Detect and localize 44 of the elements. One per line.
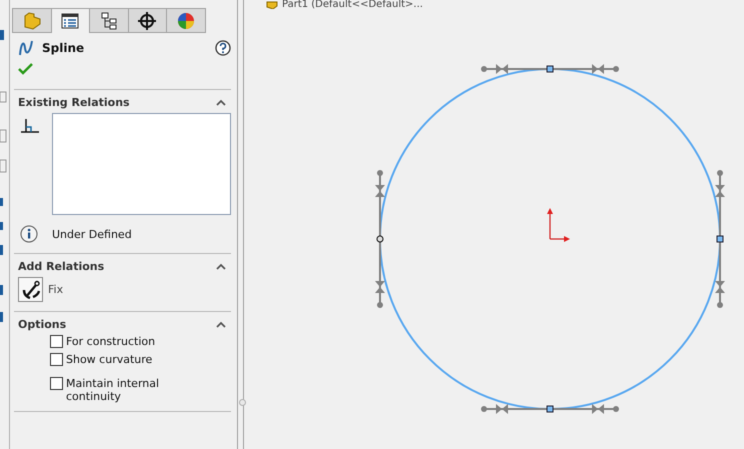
tree-icon (100, 12, 117, 30)
collapse-caret-icon (215, 320, 227, 328)
section-toggle[interactable] (215, 262, 227, 270)
info-icon (20, 225, 38, 243)
crosshair-icon (138, 12, 156, 30)
feature-title: Spline (42, 41, 86, 55)
checkbox[interactable] (50, 353, 63, 366)
option-label: For construction (66, 335, 156, 348)
status-text: Under Defined (52, 228, 132, 240)
collapse-caret-icon (215, 262, 227, 270)
origin-axes-icon (547, 208, 570, 242)
checkbox[interactable] (50, 377, 63, 390)
collapse-caret-icon (215, 98, 227, 106)
section-toggle[interactable] (215, 320, 227, 328)
checkbox[interactable] (50, 335, 63, 348)
option-label: Show curvature (66, 353, 154, 366)
tangent-handle-drawing[interactable] (375, 170, 385, 308)
tangent-handle-drawing[interactable] (481, 404, 619, 414)
color-ball-icon (176, 12, 195, 30)
spline-endpoint[interactable] (376, 236, 384, 242)
property-list-icon (61, 13, 80, 29)
spline-point[interactable] (716, 236, 724, 242)
section-toggle[interactable] (215, 98, 227, 106)
panel-tab[interactable] (89, 8, 128, 33)
tangent-handle-drawing[interactable] (481, 64, 619, 74)
relation-icon (20, 118, 40, 134)
part-cube-icon (266, 0, 278, 9)
fix-relation-button[interactable] (18, 277, 43, 302)
relation-label: Fix (48, 283, 64, 296)
part-cube-icon (22, 12, 42, 30)
spline-point[interactable] (546, 406, 554, 412)
splitter-handle[interactable] (239, 399, 246, 406)
help-icon[interactable] (215, 40, 231, 56)
option-label: Maintain internal continuity (66, 377, 160, 403)
ok-check-icon[interactable] (18, 63, 33, 75)
spline-point[interactable] (546, 66, 554, 72)
tangent-handle-drawing[interactable] (715, 170, 725, 308)
panel-tab[interactable] (128, 8, 167, 33)
section-title: Options (18, 318, 66, 331)
section-title: Existing Relations (18, 96, 130, 109)
spline-icon (18, 39, 34, 57)
relations-list[interactable] (52, 113, 231, 215)
anchor-icon (21, 280, 40, 299)
section-title: Add Relations (18, 260, 104, 273)
